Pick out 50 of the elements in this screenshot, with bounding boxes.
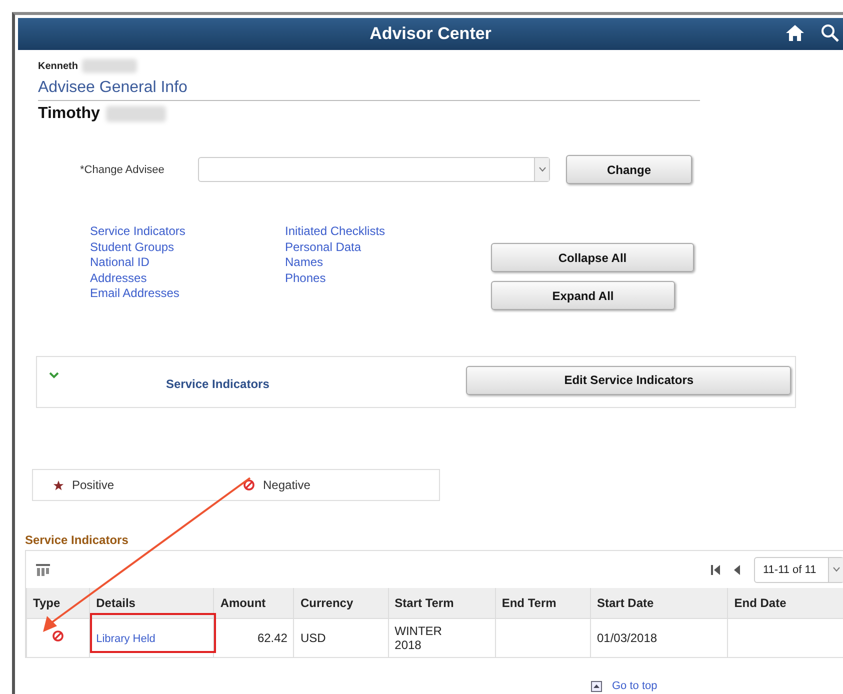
change-button[interactable]: Change	[566, 155, 692, 184]
star-icon	[53, 480, 64, 490]
quick-link[interactable]: Phones	[285, 270, 480, 286]
expand-all-button[interactable]: Expand All	[491, 281, 675, 310]
redacted-name	[82, 59, 137, 73]
negative-icon	[243, 479, 255, 491]
advisee-name: Timothy	[38, 105, 100, 123]
section-title: Advisee General Info	[38, 79, 700, 101]
column-header: Amount	[214, 588, 294, 618]
table-cell: 62.42	[214, 618, 294, 656]
details-link[interactable]: Library Held	[96, 632, 156, 644]
previous-page-icon[interactable]	[734, 564, 740, 574]
quick-link[interactable]: Names	[285, 255, 480, 271]
legend-label: Positive	[72, 478, 114, 492]
quick-link[interactable]: Personal Data	[285, 240, 480, 256]
chevron-down-icon	[538, 167, 546, 172]
first-page-icon[interactable]	[711, 564, 720, 574]
field-label: *Change Advisee	[80, 164, 166, 176]
column-header: Details	[90, 588, 214, 618]
collapse-all-button[interactable]: Collapse All	[491, 243, 694, 272]
table-cell: WINTER 2018	[388, 618, 496, 656]
chevron-down-icon[interactable]	[49, 371, 59, 379]
panel-title: Service Indicators	[166, 377, 270, 391]
quick-link[interactable]: Student Groups	[90, 240, 285, 256]
go-to-top-link[interactable]: Go to top	[612, 680, 658, 692]
arrow-up-icon[interactable]	[591, 680, 602, 692]
redacted-name	[106, 106, 166, 122]
page-title: Advisor Center	[370, 24, 492, 44]
quick-link[interactable]: Email Addresses	[90, 286, 285, 302]
column-header: End Term	[495, 588, 590, 618]
column-header: Start Term	[388, 588, 496, 618]
column-header: Currency	[294, 588, 388, 618]
column-header: Start Date	[590, 588, 728, 618]
column-header: End Date	[728, 588, 843, 618]
quick-link[interactable]: Service Indicators	[90, 224, 285, 240]
advisor-name: Kenneth	[38, 60, 78, 72]
table-cell: 01/03/2018	[590, 618, 728, 656]
legend-label: Negative	[263, 478, 310, 492]
search-icon[interactable]	[821, 24, 839, 42]
quick-link[interactable]: Addresses	[90, 270, 285, 286]
grid-title: Service Indicators	[25, 533, 130, 547]
column-header: Type	[26, 588, 90, 618]
quick-link[interactable]: National ID	[90, 255, 285, 271]
home-icon[interactable]	[785, 24, 805, 42]
page-select[interactable]: 11-11 of 11	[754, 556, 843, 582]
quick-link[interactable]: Initiated Checklists	[285, 224, 480, 240]
edit-service-indicators-button[interactable]: Edit Service Indicators	[466, 366, 792, 394]
table-cell: USD	[294, 618, 388, 656]
chevron-down-icon	[832, 567, 840, 572]
columns-icon[interactable]	[36, 564, 50, 576]
